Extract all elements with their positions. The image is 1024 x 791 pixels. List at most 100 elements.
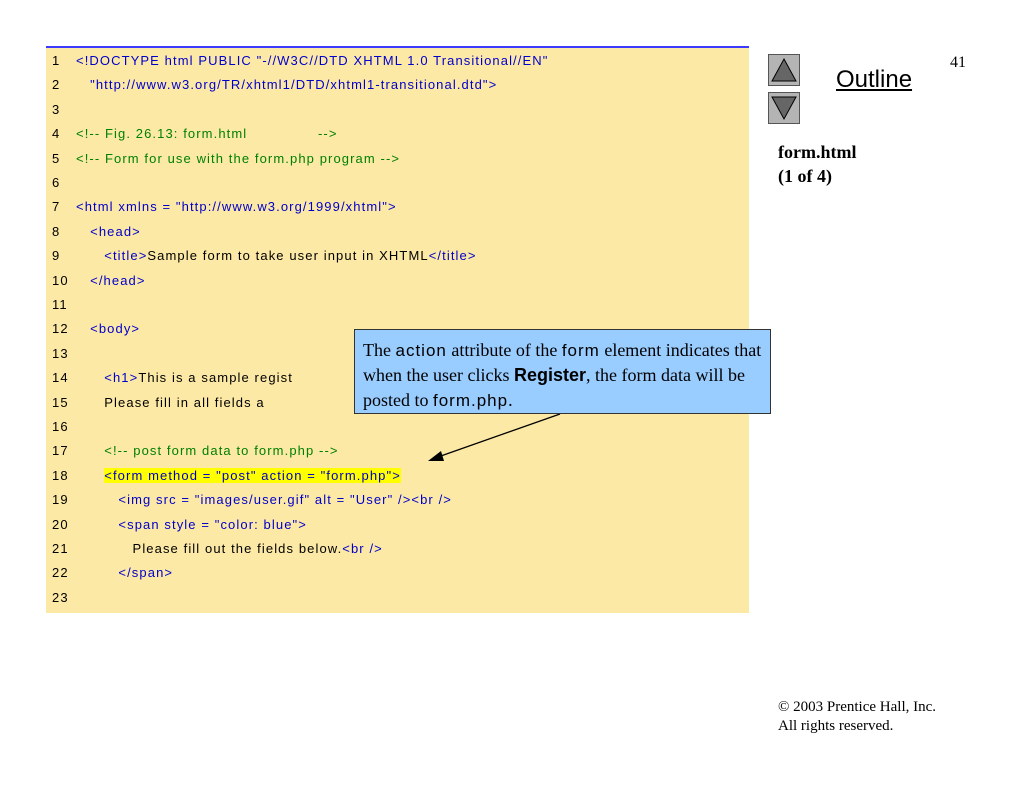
code-text: <title>Sample form to take user input in… [76, 244, 477, 268]
code-line: 9 <title>Sample form to take user input … [46, 244, 749, 268]
line-number: 8 [52, 223, 61, 239]
code-text: Please fill out the fields below.<br /> [76, 537, 383, 561]
copyright-line: All rights reserved. [778, 718, 894, 734]
code-line: 17 <!-- post form data to form.php --> [46, 439, 749, 463]
line-number: 18 [52, 467, 69, 483]
line-number: 17 [52, 443, 69, 459]
code-line: 11 [46, 293, 749, 317]
line-number: 9 [52, 248, 61, 264]
copyright: © 2003 Prentice Hall, Inc. All rights re… [778, 698, 936, 736]
page-number: 41 [950, 54, 966, 71]
code-segment: Please fill out the fields below. [76, 541, 343, 556]
code-text: <head> [76, 220, 141, 244]
triangle-up-icon [771, 57, 797, 82]
line-number: 10 [52, 272, 69, 288]
line-number: 19 [52, 492, 69, 508]
code-line: 22 </span> [46, 561, 749, 585]
code-segment: Please fill in all fields a [76, 394, 265, 410]
line-number: 22 [52, 565, 69, 581]
code-segment: <!-- Fig. 26.13: form.html --> [76, 126, 338, 142]
code-segment: <!DOCTYPE html PUBLIC "-//W3C//DTD XHTML… [76, 53, 549, 68]
code-line: 19 <img src = "images/user.gif" alt = "U… [46, 488, 749, 512]
code-segment: <!-- post form data to form.php --> [76, 443, 339, 459]
line-number: 15 [52, 394, 69, 410]
previous-slide-button[interactable] [768, 54, 800, 86]
code-line: 18 <form method = "post" action = "form.… [46, 464, 749, 488]
triangle-down-icon [771, 96, 797, 121]
line-number: 12 [52, 321, 69, 337]
code-text: </span> [76, 561, 173, 585]
code-segment: <head> [76, 223, 141, 239]
code-line: 8 <head> [46, 220, 749, 244]
outline-link[interactable]: Outline [836, 66, 912, 94]
code-text: </head> [76, 269, 146, 293]
code-line: 16 [46, 415, 749, 439]
code-segment: This is a sample regist [138, 370, 293, 386]
code-segment: <h1> [76, 370, 139, 386]
code-line: 21 Please fill out the fields below.<br … [46, 537, 749, 561]
next-slide-button[interactable] [768, 92, 800, 124]
code-segment: <form method = "post" action = "form.php… [104, 467, 401, 483]
code-segment: </head> [76, 272, 146, 288]
line-number: 5 [52, 150, 61, 166]
code-segment: </span> [76, 565, 174, 581]
code-text: <h1>This is a sample regist [76, 366, 293, 390]
line-number: 20 [52, 516, 69, 532]
code-line: 7 <html xmlns = "http://www.w3.org/1999/x… [46, 195, 749, 219]
line-number: 11 [52, 297, 68, 312]
code-segment: <img src = "images/user.gif" alt = "User… [76, 492, 452, 508]
code-line: 6 [46, 171, 749, 195]
file-name: form.html [778, 142, 857, 162]
code-text: <span style = "color: blue"> [76, 513, 307, 537]
callout-text: attribute of the [446, 340, 562, 360]
code-text: <!DOCTYPE html PUBLIC "-//W3C//DTD XHTML… [76, 49, 548, 73]
code-line: 23 [46, 586, 749, 610]
line-number: 2 [52, 77, 61, 93]
code-line: 1 <!DOCTYPE html PUBLIC "-//W3C//DTD XHTM… [46, 49, 749, 73]
file-label: form.html (1 of 4) [778, 140, 856, 188]
code-text: <form method = "post" action = "form.php… [76, 464, 401, 488]
code-text: <!-- Fig. 26.13: form.html --> [76, 122, 338, 146]
code-text: "http://www.w3.org/TR/xhtml1/DTD/xhtml1-… [76, 73, 497, 97]
callout-text: The [363, 340, 396, 360]
code-text: <!-- Form for use with the form.php prog… [76, 147, 400, 171]
code-segment: "http://www.w3.org/TR/xhtml1/DTD/xhtml1-… [76, 77, 498, 93]
callout-register: Register [513, 365, 586, 385]
line-number: 7 [52, 199, 61, 215]
code-segment: <!-- Form for use with the form.php prog… [76, 150, 401, 166]
code-text: <html xmlns = "http://www.w3.org/1999/xh… [76, 195, 397, 219]
code-segment: </title> [428, 248, 477, 264]
code-segment: <title> [76, 248, 148, 264]
code-segment: Sample form to take user input in XHTML [147, 248, 429, 264]
line-number: 16 [52, 419, 69, 434]
code-segment: <html xmlns = "http://www.w3.org/1999/xh… [76, 199, 397, 215]
file-part: (1 of 4) [778, 166, 832, 186]
copyright-line: © 2003 Prentice Hall, Inc. [778, 699, 937, 715]
code-text: <body> [76, 317, 140, 341]
line-number: 6 [52, 175, 61, 190]
code-text: <!-- post form data to form.php --> [76, 439, 339, 463]
line-number: 23 [52, 589, 69, 605]
line-number: 4 [52, 126, 61, 142]
line-number: 3 [52, 101, 61, 117]
code-line: 3 [46, 98, 749, 122]
line-number: 1 [52, 53, 61, 68]
callout-code-formphp: form.php [433, 391, 509, 410]
code-line: 4 <!-- Fig. 26.13: form.html --> [46, 122, 749, 146]
code-text: Please fill in all fields a [76, 391, 265, 415]
code-line: 10 </head> [46, 269, 749, 293]
callout-code-action: action [395, 341, 447, 360]
code-segment: <br /> [342, 541, 383, 556]
callout-code-form: form [561, 341, 600, 360]
callout-box: The action attribute of the form element… [354, 329, 771, 414]
line-number: 13 [52, 345, 69, 361]
code-segment: <span style = "color: blue"> [76, 516, 307, 532]
code-segment: <body> [76, 321, 141, 337]
code-text: <img src = "images/user.gif" alt = "User… [76, 488, 452, 512]
code-line: 20 <span style = "color: blue"> [46, 513, 749, 537]
code-line: 5 <!-- Form for use with the form.php pro… [46, 147, 749, 171]
line-number: 21 [52, 541, 69, 556]
callout-text: . [508, 390, 513, 410]
code-line: 2 "http://www.w3.org/TR/xhtml1/DTD/xhtml… [46, 73, 749, 97]
